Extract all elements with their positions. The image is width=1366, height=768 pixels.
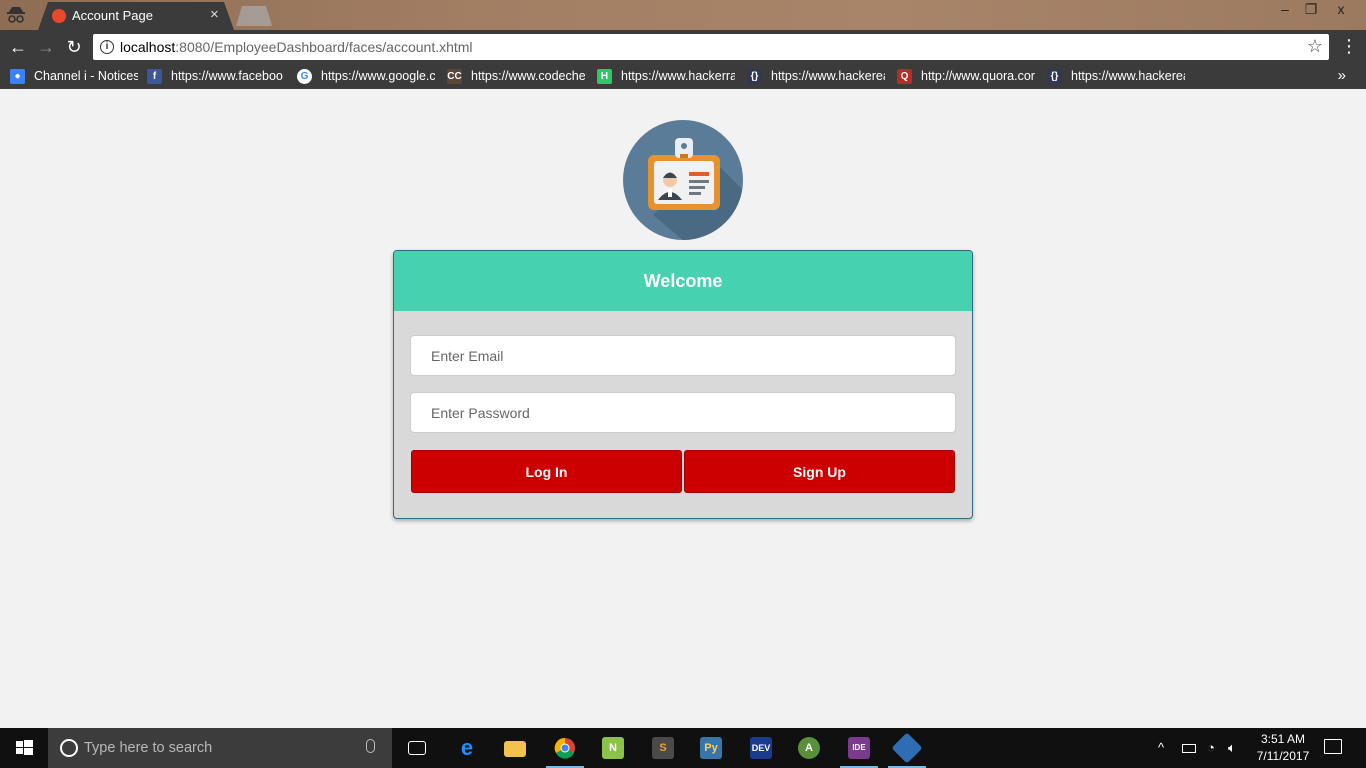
windows-logo-icon xyxy=(16,740,33,755)
bookmark-item[interactable]: CC https://www.codeche xyxy=(447,67,585,85)
microphone-icon[interactable] xyxy=(366,739,375,753)
clock-time: 3:51 AM xyxy=(1260,732,1306,746)
sublime-icon: S xyxy=(652,737,674,759)
person-icon: ● xyxy=(10,68,25,84)
back-arrow-icon[interactable]: ← xyxy=(7,36,29,58)
netbeans-icon: IDE xyxy=(848,737,870,759)
address-bar[interactable]: i localhost:8080/EmployeeDashboard/faces… xyxy=(93,34,1329,60)
reload-icon[interactable]: ↻ xyxy=(63,36,85,58)
login-button[interactable]: Log In xyxy=(411,450,682,493)
bookmark-label: https://www.hackerea xyxy=(1071,69,1185,83)
tab-title: Account Page xyxy=(72,8,153,23)
notepad-icon: N xyxy=(602,737,624,759)
taskbar-clock[interactable]: 3:51 AM 7/11/2017 xyxy=(1248,731,1318,765)
python-icon: Py xyxy=(700,737,722,759)
bookmark-label: Channel i - Notices xyxy=(34,69,138,83)
taskbar-python[interactable]: Py xyxy=(688,728,734,768)
bookmark-item[interactable]: Ghttps://www.google.c xyxy=(297,67,435,85)
hackerearth-icon: {} xyxy=(747,68,762,84)
taskbar-edge[interactable]: e xyxy=(444,728,490,768)
signup-button[interactable]: Sign Up xyxy=(684,450,955,493)
taskbar-android-studio[interactable]: A xyxy=(786,728,832,768)
bookmark-label: https://www.hackerea xyxy=(771,69,885,83)
close-window-button[interactable]: x xyxy=(1318,0,1364,20)
facebook-icon: f xyxy=(147,68,162,84)
site-info-icon[interactable]: i xyxy=(100,40,114,54)
forward-arrow-icon[interactable]: → xyxy=(35,36,57,58)
url-text: localhost:8080/EmployeeDashboard/faces/a… xyxy=(120,39,473,55)
hackerrank-icon: H xyxy=(597,68,612,84)
bookmark-label: https://www.faceboo xyxy=(171,69,283,83)
bookmark-label: http://www.quora.cor xyxy=(921,69,1035,83)
taskbar-notepadpp[interactable]: N xyxy=(590,728,636,768)
bookmarks-overflow-icon[interactable]: » xyxy=(1338,67,1346,84)
folder-icon xyxy=(504,741,526,757)
codechef-icon: CC xyxy=(447,68,462,84)
cortana-icon xyxy=(60,739,78,757)
volume-icon[interactable]: 🔈︎ xyxy=(1228,740,1236,756)
google-icon: G xyxy=(297,68,312,84)
windows-taskbar: Type here to search e N S Py DEV A IDE ^… xyxy=(0,728,1366,768)
start-button[interactable] xyxy=(0,728,48,768)
bookmark-item[interactable]: ● Channel i - Notices xyxy=(10,67,138,85)
bookmark-item[interactable]: f https://www.faceboo xyxy=(147,67,285,85)
chrome-icon xyxy=(554,737,575,759)
wifi-icon[interactable]: ◔ xyxy=(1207,740,1215,755)
id-badge-logo xyxy=(623,120,743,240)
site-favicon-icon xyxy=(52,9,66,23)
devcpp-icon: DEV xyxy=(750,737,772,759)
password-field[interactable] xyxy=(410,392,956,433)
browser-menu-icon[interactable]: ⋮ xyxy=(1340,36,1358,56)
bookmark-label: https://www.codeche xyxy=(471,69,585,83)
taskbar-devcpp[interactable]: DEV xyxy=(738,728,784,768)
browser-toolbar: ← → ↻ i localhost:8080/EmployeeDashboard… xyxy=(0,30,1366,64)
task-view-icon xyxy=(408,741,426,755)
edge-icon: e xyxy=(460,735,474,760)
bookmark-label: https://www.google.c xyxy=(321,69,435,83)
bookmark-item[interactable]: {} https://www.hackerea xyxy=(747,67,885,85)
battery-icon[interactable] xyxy=(1182,744,1196,753)
bookmark-item[interactable]: Hhttps://www.hackerra xyxy=(597,67,735,85)
bookmark-star-icon[interactable]: ☆ xyxy=(1307,36,1323,57)
tab-account-page[interactable]: Account Page × xyxy=(38,2,234,30)
action-center-icon[interactable] xyxy=(1324,739,1342,754)
card-header-title: Welcome xyxy=(394,251,972,311)
search-placeholder: Type here to search xyxy=(84,740,213,756)
taskbar-sublime[interactable]: S xyxy=(640,728,686,768)
clock-date: 7/11/2017 xyxy=(1256,749,1310,763)
new-tab-button[interactable] xyxy=(236,6,272,26)
tray-chevron-icon[interactable]: ^ xyxy=(1158,740,1164,755)
git-icon xyxy=(891,732,923,764)
quora-icon: Q xyxy=(897,68,912,84)
browser-titlebar: Account Page × – ❐ x xyxy=(0,0,1366,30)
taskbar-search[interactable]: Type here to search xyxy=(48,728,392,768)
taskbar-git[interactable] xyxy=(884,728,930,768)
bookmark-label: https://www.hackerra xyxy=(621,69,735,83)
incognito-icon xyxy=(7,7,25,23)
taskbar-file-explorer[interactable] xyxy=(492,728,538,768)
hackerearth-icon: {} xyxy=(1047,68,1062,84)
taskbar-chrome[interactable] xyxy=(542,728,588,768)
login-card: Welcome Log In Sign Up xyxy=(393,250,973,519)
tab-close-icon[interactable]: × xyxy=(210,6,219,23)
taskbar-netbeans[interactable]: IDE xyxy=(836,728,882,768)
android-studio-icon: A xyxy=(798,737,820,759)
bookmark-item[interactable]: Qhttp://www.quora.cor xyxy=(897,67,1035,85)
email-field[interactable] xyxy=(410,335,956,376)
id-badge-icon xyxy=(648,138,743,240)
bookmarks-bar: ● Channel i - Notices f https://www.faceboo… xyxy=(0,64,1366,89)
task-view-button[interactable] xyxy=(394,728,440,768)
bookmark-item[interactable]: {} https://www.hackerea xyxy=(1047,67,1185,85)
